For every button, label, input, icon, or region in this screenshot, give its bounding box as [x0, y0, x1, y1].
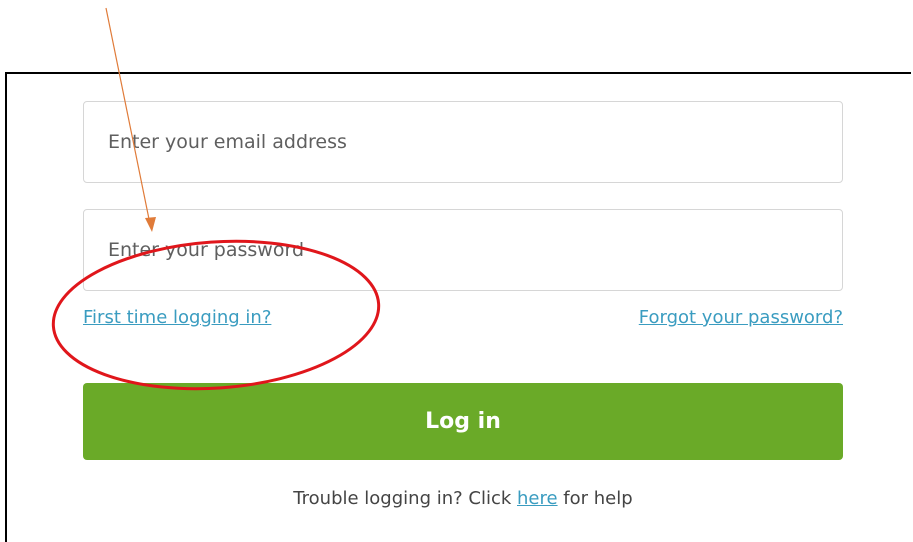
- email-input[interactable]: [84, 102, 842, 182]
- email-field-container[interactable]: [83, 101, 843, 183]
- forgot-password-link[interactable]: Forgot your password?: [639, 307, 843, 328]
- trouble-suffix-text: for help: [557, 488, 633, 509]
- trouble-prefix-text: Trouble logging in? Click: [293, 488, 518, 509]
- trouble-help-text: Trouble logging in? Click here for help: [83, 488, 843, 509]
- login-button[interactable]: Log in: [83, 383, 843, 460]
- password-field-container[interactable]: [83, 209, 843, 291]
- help-link[interactable]: here: [517, 488, 558, 509]
- first-time-login-link[interactable]: First time logging in?: [83, 307, 271, 328]
- password-input[interactable]: [84, 210, 842, 290]
